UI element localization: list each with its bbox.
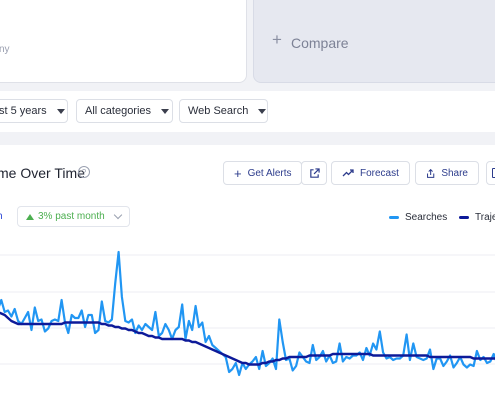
external-link-icon [309,167,320,178]
legend-label-searches: Searches [405,212,448,223]
series-line-trajectory [0,311,495,366]
section-title: me Over Time [0,165,85,181]
legend-searches[interactable]: Searches [389,212,447,223]
term-subtitle: ny [0,44,10,55]
share-button[interactable]: Share [415,161,479,185]
chevron-down-icon [161,108,170,114]
growth-dropdown[interactable]: 3% past month [17,206,130,227]
forecast-label: Forecast [360,167,399,179]
compare-label: Compare [291,35,349,51]
chart-series [0,250,495,377]
searches-line-chart [0,250,495,377]
share-label: Share [441,167,468,179]
plus-icon: + [272,30,282,49]
legend-swatch-searches [389,216,399,219]
category-dropdown[interactable]: All categories [76,99,173,123]
trend-up-icon [342,169,354,177]
growth-value: 3% past month [38,211,105,222]
category-label: All categories [85,105,152,117]
plus-icon: + [234,165,242,181]
chevron-down-icon [113,210,122,220]
timeframe-label: st 5 years [0,105,47,117]
source-label: Web Search [188,105,249,117]
share-icon [427,168,435,178]
chevron-down-icon [258,108,267,114]
search-term-card[interactable]: ny [0,0,247,83]
chart-grid [0,254,495,365]
open-external-button[interactable] [301,161,327,185]
get-alerts-label: Get Alerts [247,167,292,179]
trend-up-triangle-icon [26,213,34,220]
legend-swatch-trajectory [459,216,469,219]
source-dropdown[interactable]: Web Search [179,99,268,123]
divider [0,132,495,145]
compare-card[interactable]: + Compare [253,0,495,83]
get-alerts-button[interactable]: + Get Alerts [223,161,302,185]
chevron-down-icon [56,108,65,114]
period-tab[interactable]: h [0,211,3,222]
legend-trajectory[interactable]: Traje [459,212,495,223]
timeframe-dropdown[interactable]: st 5 years [0,99,68,123]
forecast-button[interactable]: Forecast [331,161,410,185]
legend-label-trajectory: Traje [475,212,495,223]
question-circle-icon[interactable]: ? [78,166,90,178]
more-button[interactable] [486,161,495,185]
